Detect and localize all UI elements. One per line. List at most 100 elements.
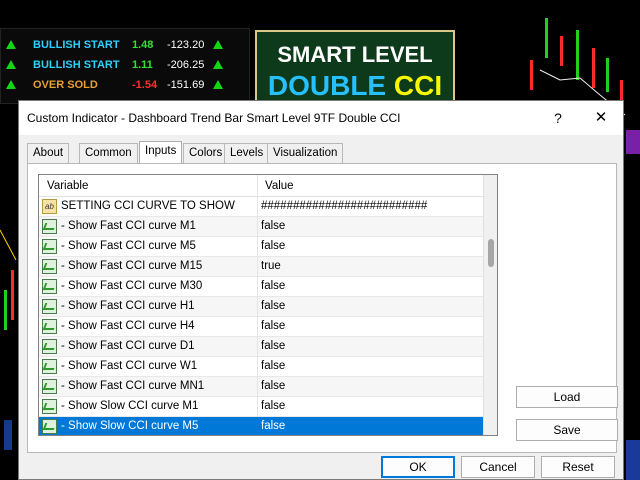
bool-icon xyxy=(42,359,57,374)
variable-value[interactable]: ########################## xyxy=(261,200,481,212)
signal-label: BULLISH START xyxy=(33,39,120,51)
bool-icon xyxy=(42,299,57,314)
column-divider xyxy=(257,257,258,277)
scrollbar-thumb[interactable] xyxy=(488,239,494,267)
variable-value[interactable]: false xyxy=(261,320,481,332)
load-button[interactable]: Load xyxy=(516,386,618,408)
variable-name: SETTING CCI CURVE TO SHOW xyxy=(61,200,235,212)
chart-marker xyxy=(626,130,640,154)
ab-icon: ab xyxy=(42,199,57,214)
up-arrow-icon xyxy=(6,60,16,69)
variable-value[interactable]: false xyxy=(261,240,481,252)
column-divider xyxy=(257,317,258,337)
bool-icon xyxy=(42,379,57,394)
bool-icon xyxy=(42,319,57,334)
column-divider xyxy=(257,277,258,297)
column-divider xyxy=(257,197,258,217)
tab-colors[interactable]: Colors xyxy=(183,143,229,163)
save-button[interactable]: Save xyxy=(516,419,618,441)
grid-row[interactable]: - Show Fast CCI curve D1 false xyxy=(39,337,483,357)
cancel-button[interactable]: Cancel xyxy=(461,456,535,478)
bool-icon xyxy=(42,279,57,294)
variable-name: - Show Fast CCI curve W1 xyxy=(61,360,198,372)
variable-value[interactable]: false xyxy=(261,220,481,232)
grid-row[interactable]: - Show Slow CCI curve M5 false xyxy=(39,417,483,435)
signal-value: 1.48 xyxy=(132,39,154,51)
bool-icon xyxy=(42,419,57,434)
tab-levels[interactable]: Levels xyxy=(224,143,270,163)
variable-name: - Show Slow CCI curve M1 xyxy=(61,400,199,412)
variable-name: - Show Fast CCI curve M1 xyxy=(61,220,196,232)
grid-rows: ab SETTING CCI CURVE TO SHOW #############… xyxy=(39,197,483,435)
grid-header: Variable Value xyxy=(39,175,483,197)
grid-row[interactable]: - Show Fast CCI curve M1 false xyxy=(39,217,483,237)
signal-value: -1.54 xyxy=(132,79,158,91)
column-divider xyxy=(257,357,258,377)
variable-value[interactable]: false xyxy=(261,280,481,292)
ok-button[interactable]: OK xyxy=(381,456,455,478)
column-divider[interactable] xyxy=(257,175,258,197)
variable-name: - Show Fast CCI curve M5 xyxy=(61,240,196,252)
dashboard-row: BULLISH START 1.11 -206.25 xyxy=(1,56,251,76)
column-divider xyxy=(257,417,258,435)
grid-row[interactable]: - Show Fast CCI curve W1 false xyxy=(39,357,483,377)
variable-value[interactable]: false xyxy=(261,340,481,352)
column-divider xyxy=(257,397,258,417)
signal-label: OVER SOLD xyxy=(33,79,98,91)
tab-inputs[interactable]: Inputs xyxy=(139,141,183,164)
column-header-variable[interactable]: Variable xyxy=(47,180,88,192)
variable-value[interactable]: false xyxy=(261,420,481,432)
bool-icon xyxy=(42,399,57,414)
bool-icon xyxy=(42,239,57,254)
tab-about[interactable]: About xyxy=(27,143,70,163)
cci-value: -123.20 xyxy=(167,39,205,51)
close-button[interactable]: ✕ xyxy=(589,108,613,128)
tab-visualization[interactable]: Visualization xyxy=(267,143,344,163)
reset-button[interactable]: Reset xyxy=(541,456,615,478)
column-header-value[interactable]: Value xyxy=(265,180,294,192)
tab-common[interactable]: Common xyxy=(79,143,138,163)
variable-name: - Show Fast CCI curve M30 xyxy=(61,280,203,292)
signal-label: BULLISH START xyxy=(33,59,120,71)
dashboard-panel: BULLISH START 1.48 -123.20 BULLISH START… xyxy=(0,28,250,104)
smart-level-logo: SMART LEVEL DOUBLE CCI xyxy=(255,30,455,105)
variable-value[interactable]: true xyxy=(261,260,481,272)
up-arrow-icon xyxy=(6,40,16,49)
variable-value[interactable]: false xyxy=(261,300,481,312)
logo-double: DOUBLE xyxy=(267,70,387,101)
dialog-title: Custom Indicator - Dashboard Trend Bar S… xyxy=(27,111,401,125)
variable-value[interactable]: false xyxy=(261,400,481,412)
cci-value: -206.25 xyxy=(167,59,205,71)
grid-row[interactable]: - Show Fast CCI curve M5 false xyxy=(39,237,483,257)
column-divider xyxy=(257,237,258,257)
chart-marker xyxy=(626,440,640,480)
grid-row[interactable]: - Show Fast CCI curve M30 false xyxy=(39,277,483,297)
up-arrow-icon xyxy=(213,60,223,69)
grid-row[interactable]: - Show Fast CCI curve H1 false xyxy=(39,297,483,317)
variable-name: - Show Fast CCI curve D1 xyxy=(61,340,195,352)
signal-value: 1.11 xyxy=(132,59,153,71)
dialog-titlebar[interactable]: Custom Indicator - Dashboard Trend Bar S… xyxy=(19,101,623,135)
column-divider xyxy=(257,217,258,237)
logo-line-2: DOUBLE CCI xyxy=(257,70,453,102)
up-arrow-icon xyxy=(6,80,16,89)
up-arrow-icon xyxy=(213,40,223,49)
help-button[interactable]: ? xyxy=(546,108,570,128)
grid-row[interactable]: - Show Fast CCI curve H4 false xyxy=(39,317,483,337)
grid-row[interactable]: ab SETTING CCI CURVE TO SHOW #############… xyxy=(39,197,483,217)
grid-row[interactable]: - Show Slow CCI curve M1 false xyxy=(39,397,483,417)
grid-row[interactable]: - Show Fast CCI curve M15 true xyxy=(39,257,483,277)
grid-scrollbar[interactable] xyxy=(483,175,497,435)
variable-name: - Show Fast CCI curve MN1 xyxy=(61,380,205,392)
dashboard-row: OVER SOLD -1.54 -151.69 xyxy=(1,76,251,96)
variable-value[interactable]: false xyxy=(261,380,481,392)
dashboard-row: BULLISH START 1.48 -123.20 xyxy=(1,36,251,56)
bool-icon xyxy=(42,259,57,274)
column-divider xyxy=(257,377,258,397)
up-arrow-icon xyxy=(213,80,223,89)
variable-value[interactable]: false xyxy=(261,360,481,372)
variable-name: - Show Slow CCI curve M5 xyxy=(61,420,199,432)
bool-icon xyxy=(42,339,57,354)
grid-row[interactable]: - Show Fast CCI curve MN1 false xyxy=(39,377,483,397)
column-divider xyxy=(257,297,258,317)
